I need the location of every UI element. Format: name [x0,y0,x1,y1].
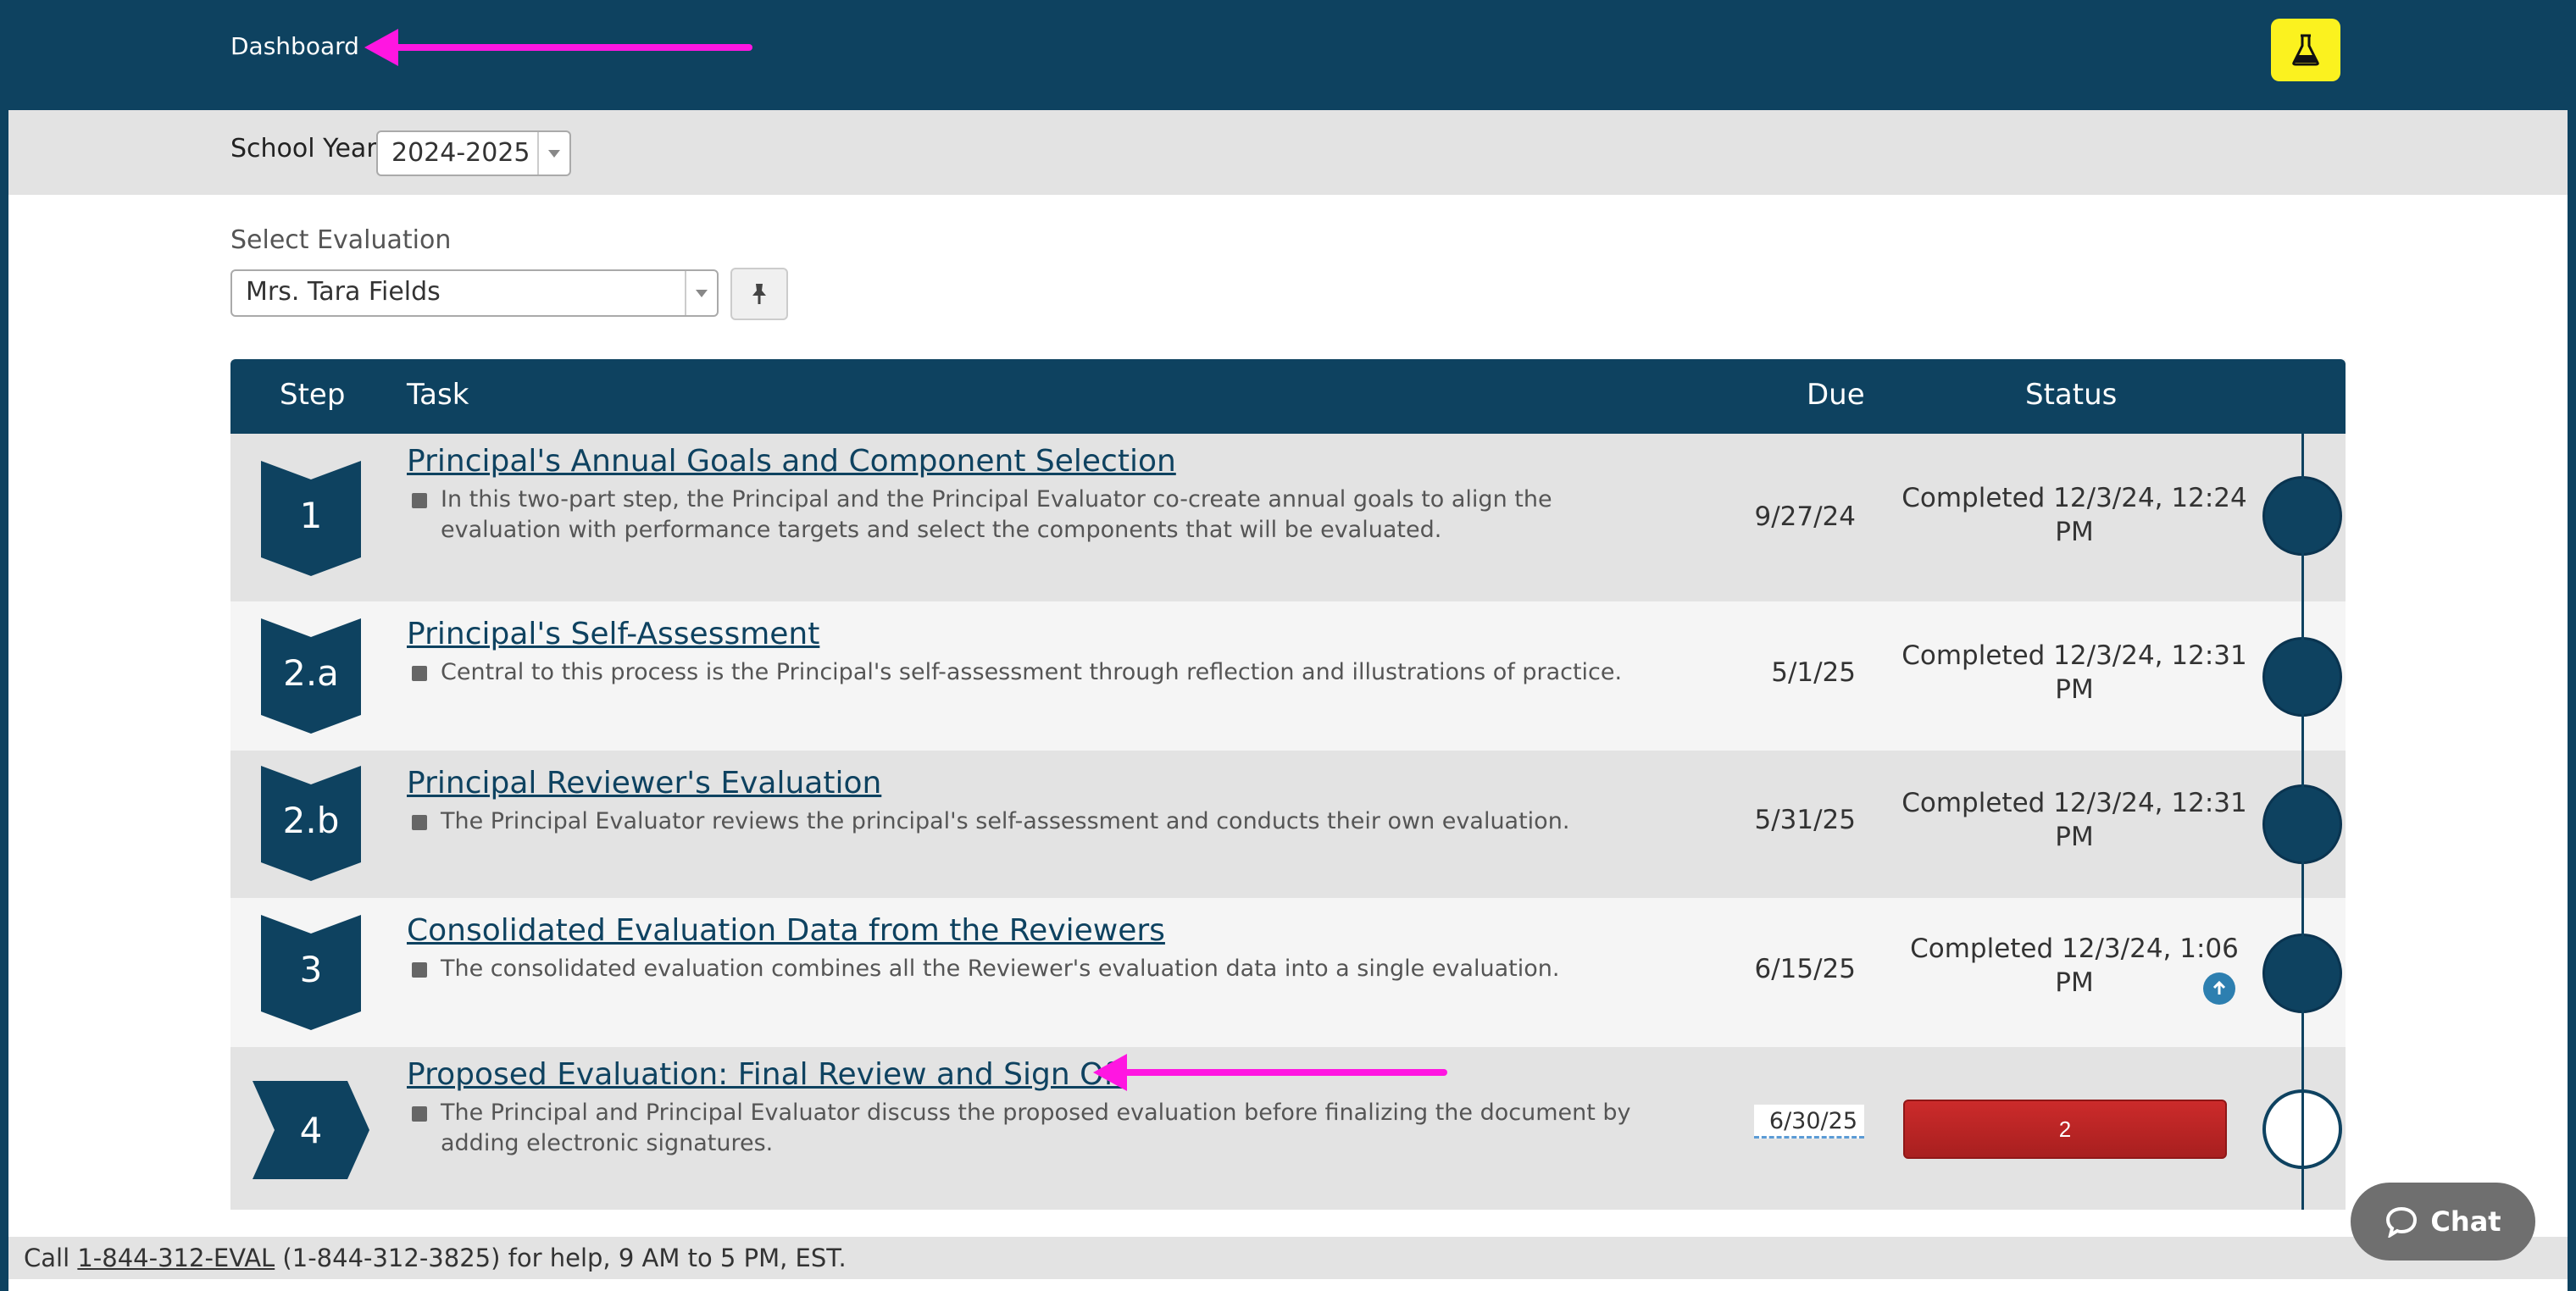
status-action-button[interactable]: 2 [1903,1100,2227,1159]
due-date: 5/31/25 [1754,805,1856,835]
evaluation-value: Mrs. Tara Fields [246,277,441,307]
chat-bubble-icon [2386,1206,2418,1238]
annotation-arrow-dashboard [364,29,752,66]
task-description: In this two-part step, the Principal and… [441,486,1552,543]
task-description: Central to this process is the Principal… [441,659,1623,685]
footer: Call 1-844-312-EVAL (1-844-312-3825) for… [8,1237,2568,1279]
dashboard-link[interactable]: Dashboard [230,32,359,60]
step-badge: 2.b [261,766,361,881]
bullet-icon [412,962,427,978]
step-badge: 1 [261,461,361,576]
step-badge: 4 [253,1081,369,1179]
task-description: The Principal and Principal Evaluator di… [441,1100,1631,1156]
step-badge: 2.a [261,618,361,734]
annotation-arrow-step4 [1093,1054,1447,1091]
due-date: 9/27/24 [1754,501,1856,532]
pin-button[interactable] [730,268,788,320]
bullet-icon [412,493,427,508]
bullet-icon [412,815,427,830]
step-badge: 3 [261,915,361,1030]
header-due: Due [1807,378,1865,412]
chevron-down-icon [537,132,569,175]
chat-label: Chat [2430,1205,2501,1238]
due-date-field[interactable]: 6/30/25 [1754,1105,1864,1139]
main-content: School Year: 2024-2025 Select Evaluation… [8,110,2568,1291]
header-task: Task [407,378,469,412]
bullet-icon [412,666,427,681]
step-number: 3 [299,949,323,990]
school-year-value: 2024-2025 [391,138,530,168]
help-phone-link[interactable]: 1-844-312-EVAL [77,1244,275,1272]
chevron-down-icon [685,271,717,315]
school-year-select[interactable]: 2024-2025 [376,130,571,176]
task-title-link[interactable]: Principal Reviewer's Evaluation [407,766,881,801]
table-row: 2.b Principal Reviewer's Evaluation The … [230,751,2346,898]
table-row: 3 Consolidated Evaluation Data from the … [230,898,2346,1047]
table-row: 2.a Principal's Self-Assessment Central … [230,601,2346,751]
step-number: 2.a [283,652,339,694]
due-date: 5/1/25 [1771,657,1856,688]
school-year-bar: School Year: 2024-2025 [8,110,2568,195]
school-year-label: School Year: [230,134,386,163]
help-prefix: Call [24,1244,78,1272]
task-title-link[interactable]: Principal's Self-Assessment [407,617,819,651]
due-date: 6/15/25 [1754,954,1856,984]
pushpin-icon [752,284,766,304]
lab-button[interactable] [2271,19,2340,81]
steps-table: Step Task Due Status 1 Principal's Annua… [230,359,2346,1210]
timeline-line [2301,434,2304,1210]
table-header: Step Task Due Status [230,359,2346,434]
step-number: 2.b [282,800,340,841]
step-number: 4 [299,1110,323,1151]
table-row: 1 Principal's Annual Goals and Component… [230,434,2346,601]
bullet-icon [412,1106,427,1122]
header-step: Step [280,378,346,412]
step-number: 1 [299,495,323,536]
select-evaluation-label: Select Evaluation [230,225,452,255]
flask-icon [2292,34,2319,66]
task-title-link[interactable]: Consolidated Evaluation Data from the Re… [407,913,1165,948]
status-text: Completed 12/3/24, 12:31 PM [1901,788,2247,852]
status-text: Completed 12/3/24, 12:24 PM [1901,483,2247,547]
task-title-link[interactable]: Proposed Evaluation: Final Review and Si… [407,1057,1124,1092]
evaluation-select[interactable]: Mrs. Tara Fields [230,269,719,317]
task-title-link[interactable]: Principal's Annual Goals and Component S… [407,444,1176,479]
task-description: The Principal Evaluator reviews the prin… [441,808,1570,834]
help-suffix: (1-844-312-3825) for help, 9 AM to 5 PM,… [275,1244,847,1272]
arrow-up-circle-icon[interactable] [2203,972,2235,1005]
task-description: The consolidated evaluation combines all… [441,956,1560,982]
header-status: Status [2025,378,2118,412]
status-text: Completed 12/3/24, 12:31 PM [1901,640,2247,705]
help-text: Call 1-844-312-EVAL (1-844-312-3825) for… [24,1244,847,1272]
chat-button[interactable]: Chat [2351,1183,2535,1261]
